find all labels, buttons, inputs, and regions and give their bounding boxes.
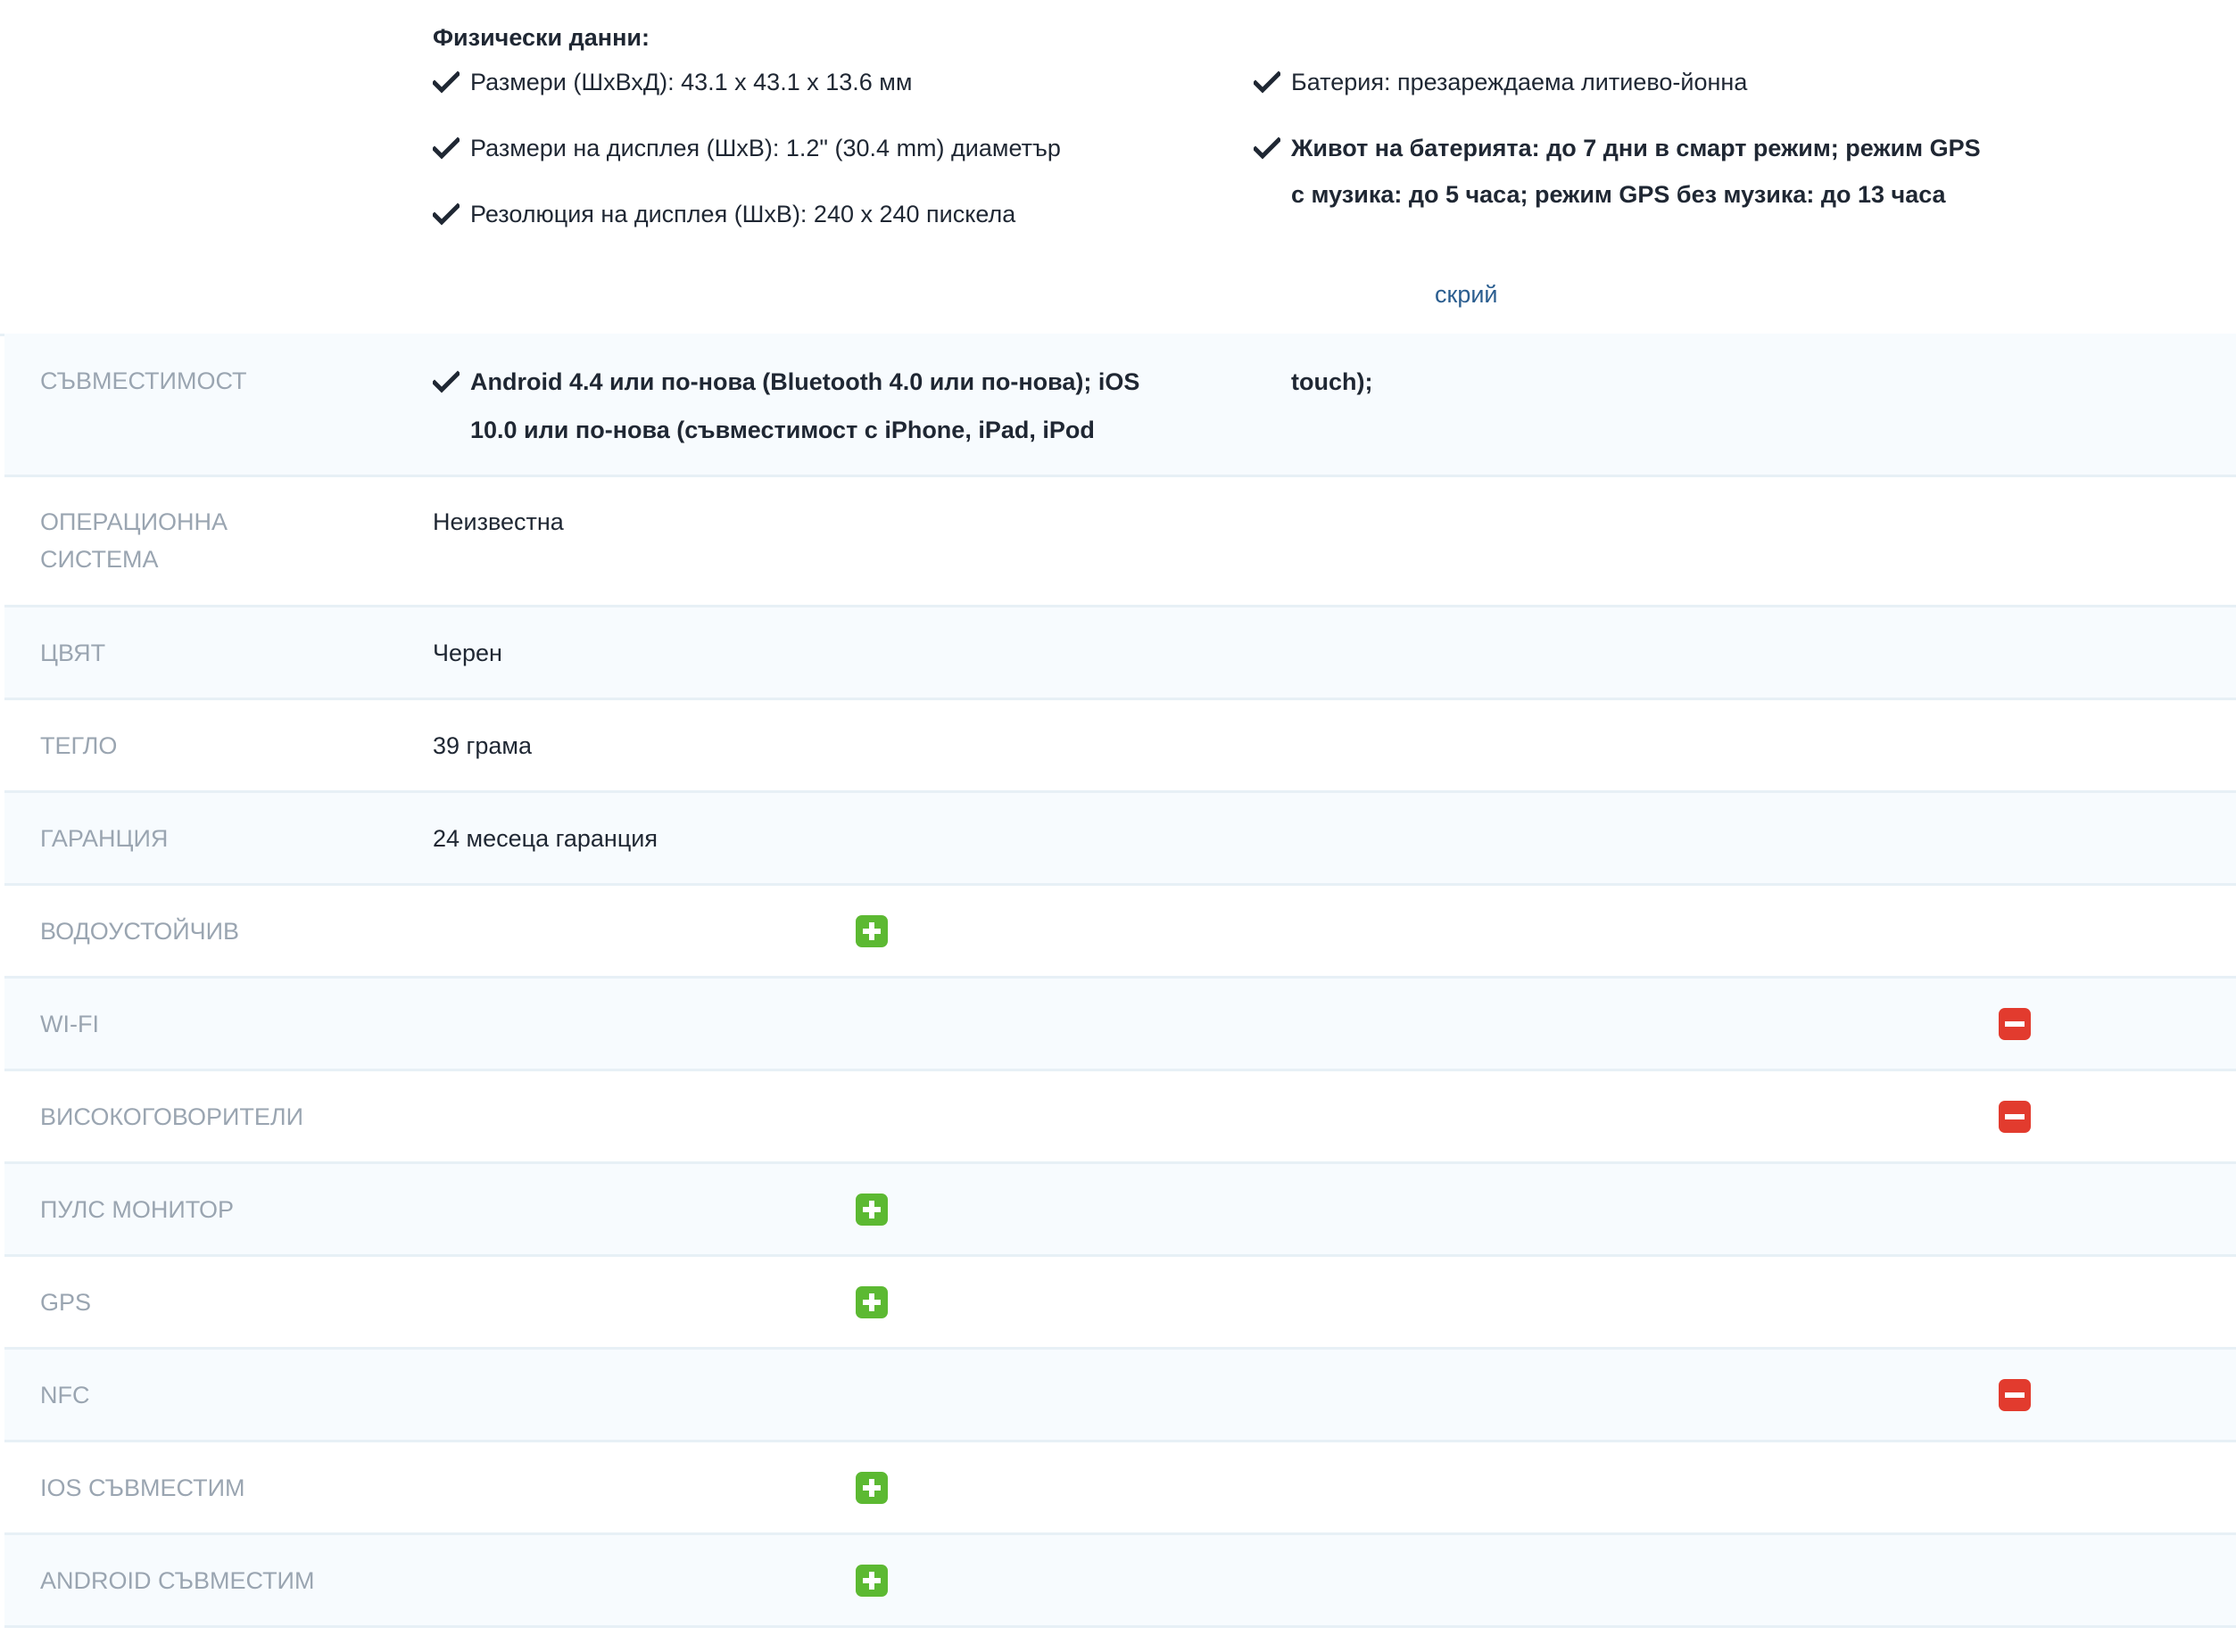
physical-data-section: Физически данни: Размери (ШхВхД): 43.1 x…	[0, 0, 2236, 336]
spec-value: Черен	[433, 640, 502, 666]
spec-row-warranty: ГАРАНЦИЯ 24 месеца гаранция	[4, 793, 2236, 886]
feature-text: Резолюция на дисплея (ШхВ): 240 x 240 пи…	[470, 201, 1016, 227]
minus-icon	[1999, 1008, 2031, 1040]
spec-label: ВОДОУСТОЙЧИВ	[40, 918, 240, 945]
spec-label: ПУЛС МОНИТОР	[40, 1196, 235, 1223]
spec-label: ТЕГЛО	[40, 732, 118, 759]
spec-row-os: ОПЕРАЦИОННА СИСТЕМА Неизвестна	[4, 477, 2236, 607]
spec-row-android-compatible: ANDROID СЪВМЕСТИМ	[4, 1535, 2236, 1628]
compatibility-value-continued: touch);	[1291, 358, 1372, 406]
compatibility-value: Android 4.4 или по-нова (Bluetooth 4.0 и…	[433, 358, 1182, 454]
spec-row-color: ЦВЯТ Черен	[4, 607, 2236, 700]
feature-item: Размери (ШхВхД): 43.1 x 43.1 x 13.6 мм	[433, 59, 1164, 105]
feature-item: Живот на батерията: до 7 дни в смарт реж…	[1254, 125, 1985, 218]
check-icon	[1254, 136, 1280, 160]
feature-text: Живот на батерията: до 7 дни в смарт реж…	[1291, 135, 1981, 208]
spec-row-speakers: ВИСОКОГОВОРИТЕЛИ	[4, 1071, 2236, 1164]
spec-label: ГАРАНЦИЯ	[40, 825, 169, 852]
feature-text: Размери на дисплея (ШхВ): 1.2" (30.4 mm)…	[470, 135, 1061, 161]
spec-label: ОПЕРАЦИОННА СИСТЕМА	[40, 508, 228, 573]
feature-item: Резолюция на дисплея (ШхВ): 240 x 240 пи…	[433, 191, 1164, 237]
spec-label: ANDROID СЪВМЕСТИМ	[40, 1567, 315, 1594]
compatibility-text: Android 4.4 или по-нова (Bluetooth 4.0 и…	[470, 368, 1140, 443]
minus-icon	[1999, 1379, 2031, 1411]
hide-details-link[interactable]: скрий	[1435, 277, 1498, 312]
plus-icon	[856, 1286, 888, 1318]
spec-row-gps: GPS	[4, 1257, 2236, 1350]
minus-icon	[1999, 1101, 2031, 1133]
spec-label: NFC	[40, 1382, 90, 1408]
spec-value: Неизвестна	[433, 508, 564, 535]
feature-item: Батерия: презареждаема литиево-йонна	[1254, 59, 1985, 105]
spec-value: 39 грама	[433, 732, 532, 759]
spec-row-waterproof: ВОДОУСТОЙЧИВ	[4, 886, 2236, 979]
spec-label: СЪВМЕСТИМОСТ	[40, 368, 247, 394]
check-icon	[433, 370, 460, 393]
check-icon	[433, 136, 460, 160]
feature-text: Размери (ШхВхД): 43.1 x 43.1 x 13.6 мм	[470, 69, 913, 95]
spec-label: ЦВЯТ	[40, 640, 106, 666]
spec-row-weight: ТЕГЛО 39 грама	[4, 700, 2236, 793]
feature-item: Размери на дисплея (ШхВ): 1.2" (30.4 mm)…	[433, 125, 1164, 171]
compatibility-text-right: touch);	[1291, 368, 1373, 395]
spec-row-ios-compatible: IOS СЪВМЕСТИМ	[4, 1442, 2236, 1535]
spec-row-nfc: NFC	[4, 1350, 2236, 1442]
plus-icon	[856, 1565, 888, 1597]
spec-label: GPS	[40, 1289, 92, 1316]
product-specs-page: Физически данни: Размери (ШхВхД): 43.1 x…	[0, 0, 2236, 1652]
spec-label: IOS СЪВМЕСТИМ	[40, 1474, 245, 1501]
plus-icon	[856, 915, 888, 947]
physical-data-title: Физически данни:	[433, 24, 650, 51]
feature-text: Батерия: презареждаема литиево-йонна	[1291, 69, 1748, 95]
spec-row-heart-rate: ПУЛС МОНИТОР	[4, 1164, 2236, 1257]
check-icon	[1254, 70, 1280, 94]
spec-row-wifi: WI-FI	[4, 979, 2236, 1071]
plus-icon	[856, 1472, 888, 1504]
plus-icon	[856, 1194, 888, 1226]
spec-value: 24 месеца гаранция	[433, 825, 658, 852]
check-icon	[433, 202, 460, 226]
check-icon	[433, 70, 460, 94]
spec-label: WI-FI	[40, 1011, 99, 1037]
spec-label: ВИСОКОГОВОРИТЕЛИ	[40, 1103, 304, 1130]
spec-row-compatibility: СЪВМЕСТИМОСТ Android 4.4 или по-нова (Bl…	[4, 334, 2236, 477]
